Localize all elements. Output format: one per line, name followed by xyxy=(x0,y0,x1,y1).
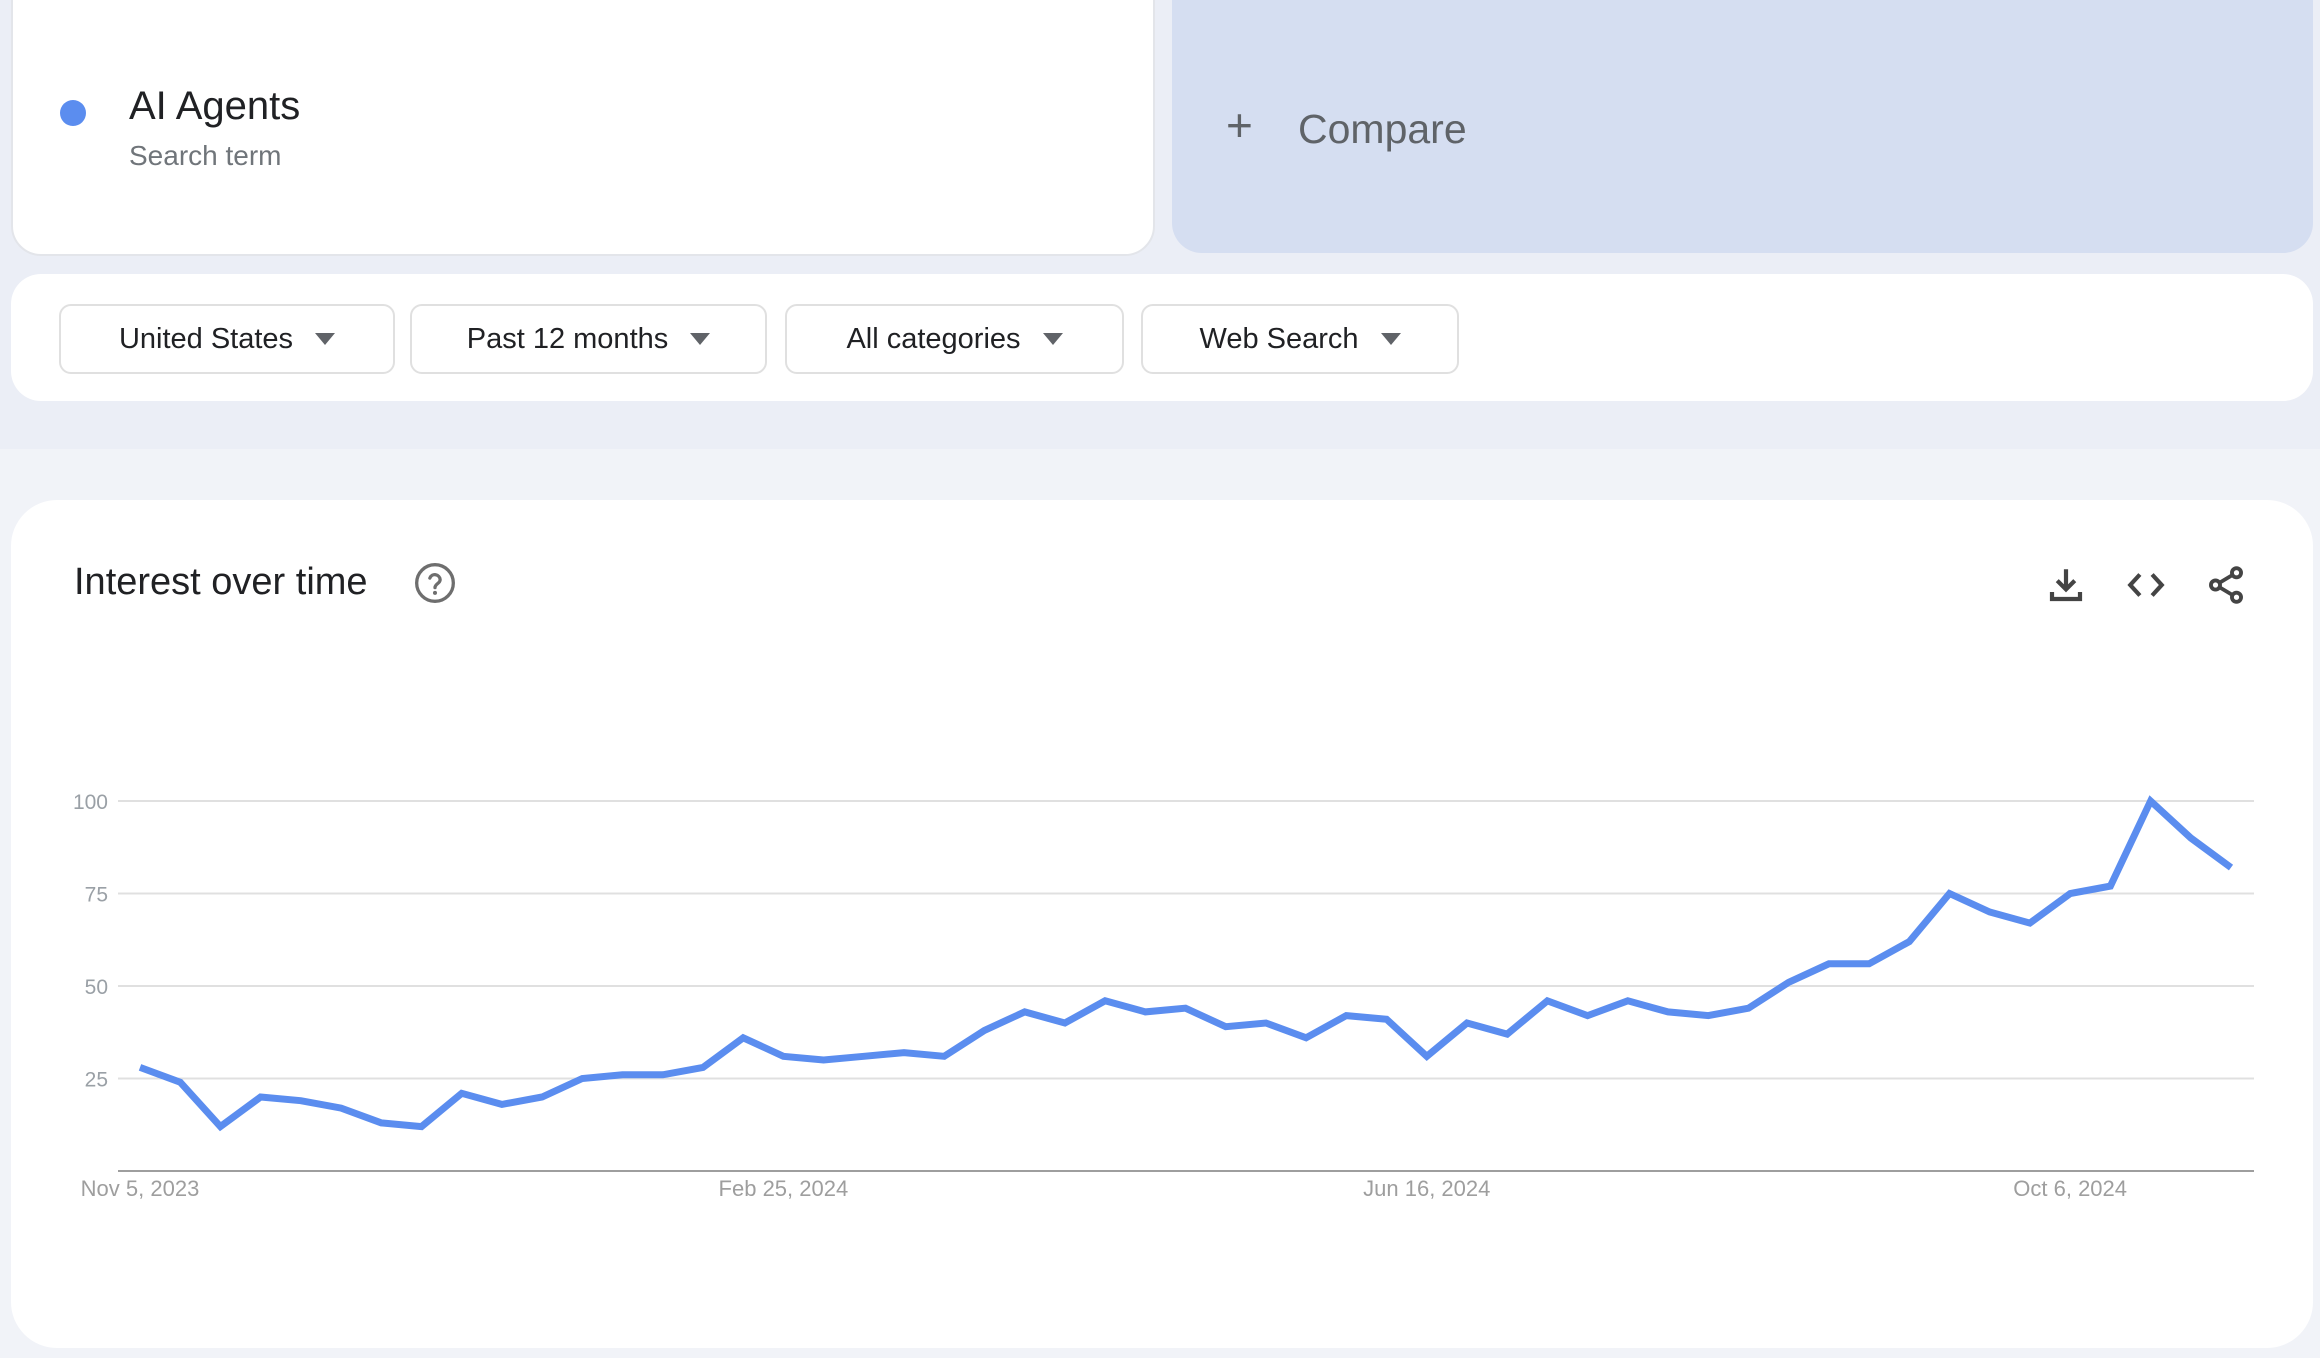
data-point xyxy=(257,1094,264,1101)
data-point xyxy=(2228,864,2235,871)
data-point xyxy=(820,1057,827,1064)
interest-over-time-card: Interest over time 25 50 75 100 Nov 5, 2023 F… xyxy=(11,500,2313,1348)
data-point xyxy=(2067,890,2074,897)
data-point xyxy=(1544,997,1551,1004)
compare-button[interactable]: + Compare xyxy=(1172,0,2313,253)
filter-time-range-label: Past 12 months xyxy=(466,322,669,355)
data-point xyxy=(1825,960,1832,967)
search-term-name[interactable]: AI Agents xyxy=(129,84,300,129)
data-point xyxy=(2107,883,2114,890)
filter-time-range[interactable]: Past 12 months xyxy=(410,304,767,374)
x-tick-label: Feb 25, 2024 xyxy=(719,1176,849,1201)
data-point xyxy=(659,1071,666,1078)
data-point xyxy=(579,1075,586,1082)
data-point xyxy=(297,1097,304,1104)
filter-category[interactable]: All categories xyxy=(785,304,1124,374)
data-point xyxy=(941,1053,948,1060)
data-point xyxy=(1262,1020,1269,1027)
x-tick-label: Oct 6, 2024 xyxy=(2013,1176,2127,1201)
data-point xyxy=(981,1027,988,1034)
data-point xyxy=(1303,1034,1310,1041)
data-point xyxy=(539,1094,546,1101)
data-point xyxy=(2026,920,2033,927)
plus-icon: + xyxy=(1226,99,1253,151)
data-point xyxy=(338,1105,345,1112)
filter-category-label: All categories xyxy=(846,322,1021,355)
data-point xyxy=(177,1079,184,1086)
data-point xyxy=(740,1034,747,1041)
data-point xyxy=(1705,1012,1712,1019)
filter-region[interactable]: United States xyxy=(59,304,395,374)
data-point xyxy=(217,1123,224,1130)
term-color-dot xyxy=(60,100,86,126)
data-point xyxy=(1504,1031,1511,1038)
data-point xyxy=(1142,1008,1149,1015)
data-point xyxy=(1665,1008,1672,1015)
data-point xyxy=(901,1049,908,1056)
y-tick-label: 75 xyxy=(85,884,108,907)
data-point xyxy=(2187,835,2194,842)
data-point xyxy=(1584,1012,1591,1019)
data-point xyxy=(780,1053,787,1060)
data-point xyxy=(1182,1005,1189,1012)
data-point xyxy=(1463,1020,1470,1027)
search-term-card[interactable]: AI Agents Search term xyxy=(11,0,1155,256)
data-point xyxy=(2147,798,2154,805)
filter-search-type[interactable]: Web Search xyxy=(1141,304,1459,374)
y-tick-label: 25 xyxy=(85,1069,108,1092)
data-point xyxy=(1906,938,1913,945)
data-point xyxy=(1866,960,1873,967)
data-point xyxy=(1102,997,1109,1004)
data-point xyxy=(378,1119,385,1126)
data-point xyxy=(1343,1012,1350,1019)
data-point xyxy=(418,1123,425,1130)
data-point xyxy=(1061,1020,1068,1027)
data-point xyxy=(1383,1016,1390,1023)
data-point xyxy=(699,1064,706,1071)
line-chart: 25 50 75 100 Nov 5, 2023 Feb 25, 2024 Jun 16, … xyxy=(73,791,2254,1201)
search-term-subtitle: Search term xyxy=(129,140,282,171)
data-point xyxy=(458,1090,465,1097)
caret-down-icon xyxy=(690,333,711,345)
data-point xyxy=(1021,1008,1028,1015)
filter-search-type-label: Web Search xyxy=(1199,322,1359,355)
data-point xyxy=(137,1064,144,1071)
x-tick-label: Nov 5, 2023 xyxy=(81,1176,200,1201)
filter-bar: United States Past 12 months All categor… xyxy=(11,274,2313,401)
data-point xyxy=(498,1101,505,1108)
data-point xyxy=(1745,1005,1752,1012)
data-point xyxy=(619,1071,626,1078)
caret-down-icon xyxy=(1042,333,1063,345)
caret-down-icon xyxy=(1380,333,1401,345)
data-point xyxy=(1624,997,1631,1004)
compare-label: Compare xyxy=(1298,106,1467,152)
data-point xyxy=(860,1053,867,1060)
caret-down-icon xyxy=(315,333,336,345)
data-point xyxy=(1423,1053,1430,1060)
data-point xyxy=(1946,890,1953,897)
x-tick-label: Jun 16, 2024 xyxy=(1363,1176,1490,1201)
data-point xyxy=(1222,1023,1229,1030)
filter-region-label: United States xyxy=(118,322,294,355)
data-point xyxy=(1986,909,1993,916)
data-point xyxy=(1785,979,1792,986)
y-tick-label: 50 xyxy=(85,976,108,999)
y-tick-label: 100 xyxy=(73,791,108,814)
